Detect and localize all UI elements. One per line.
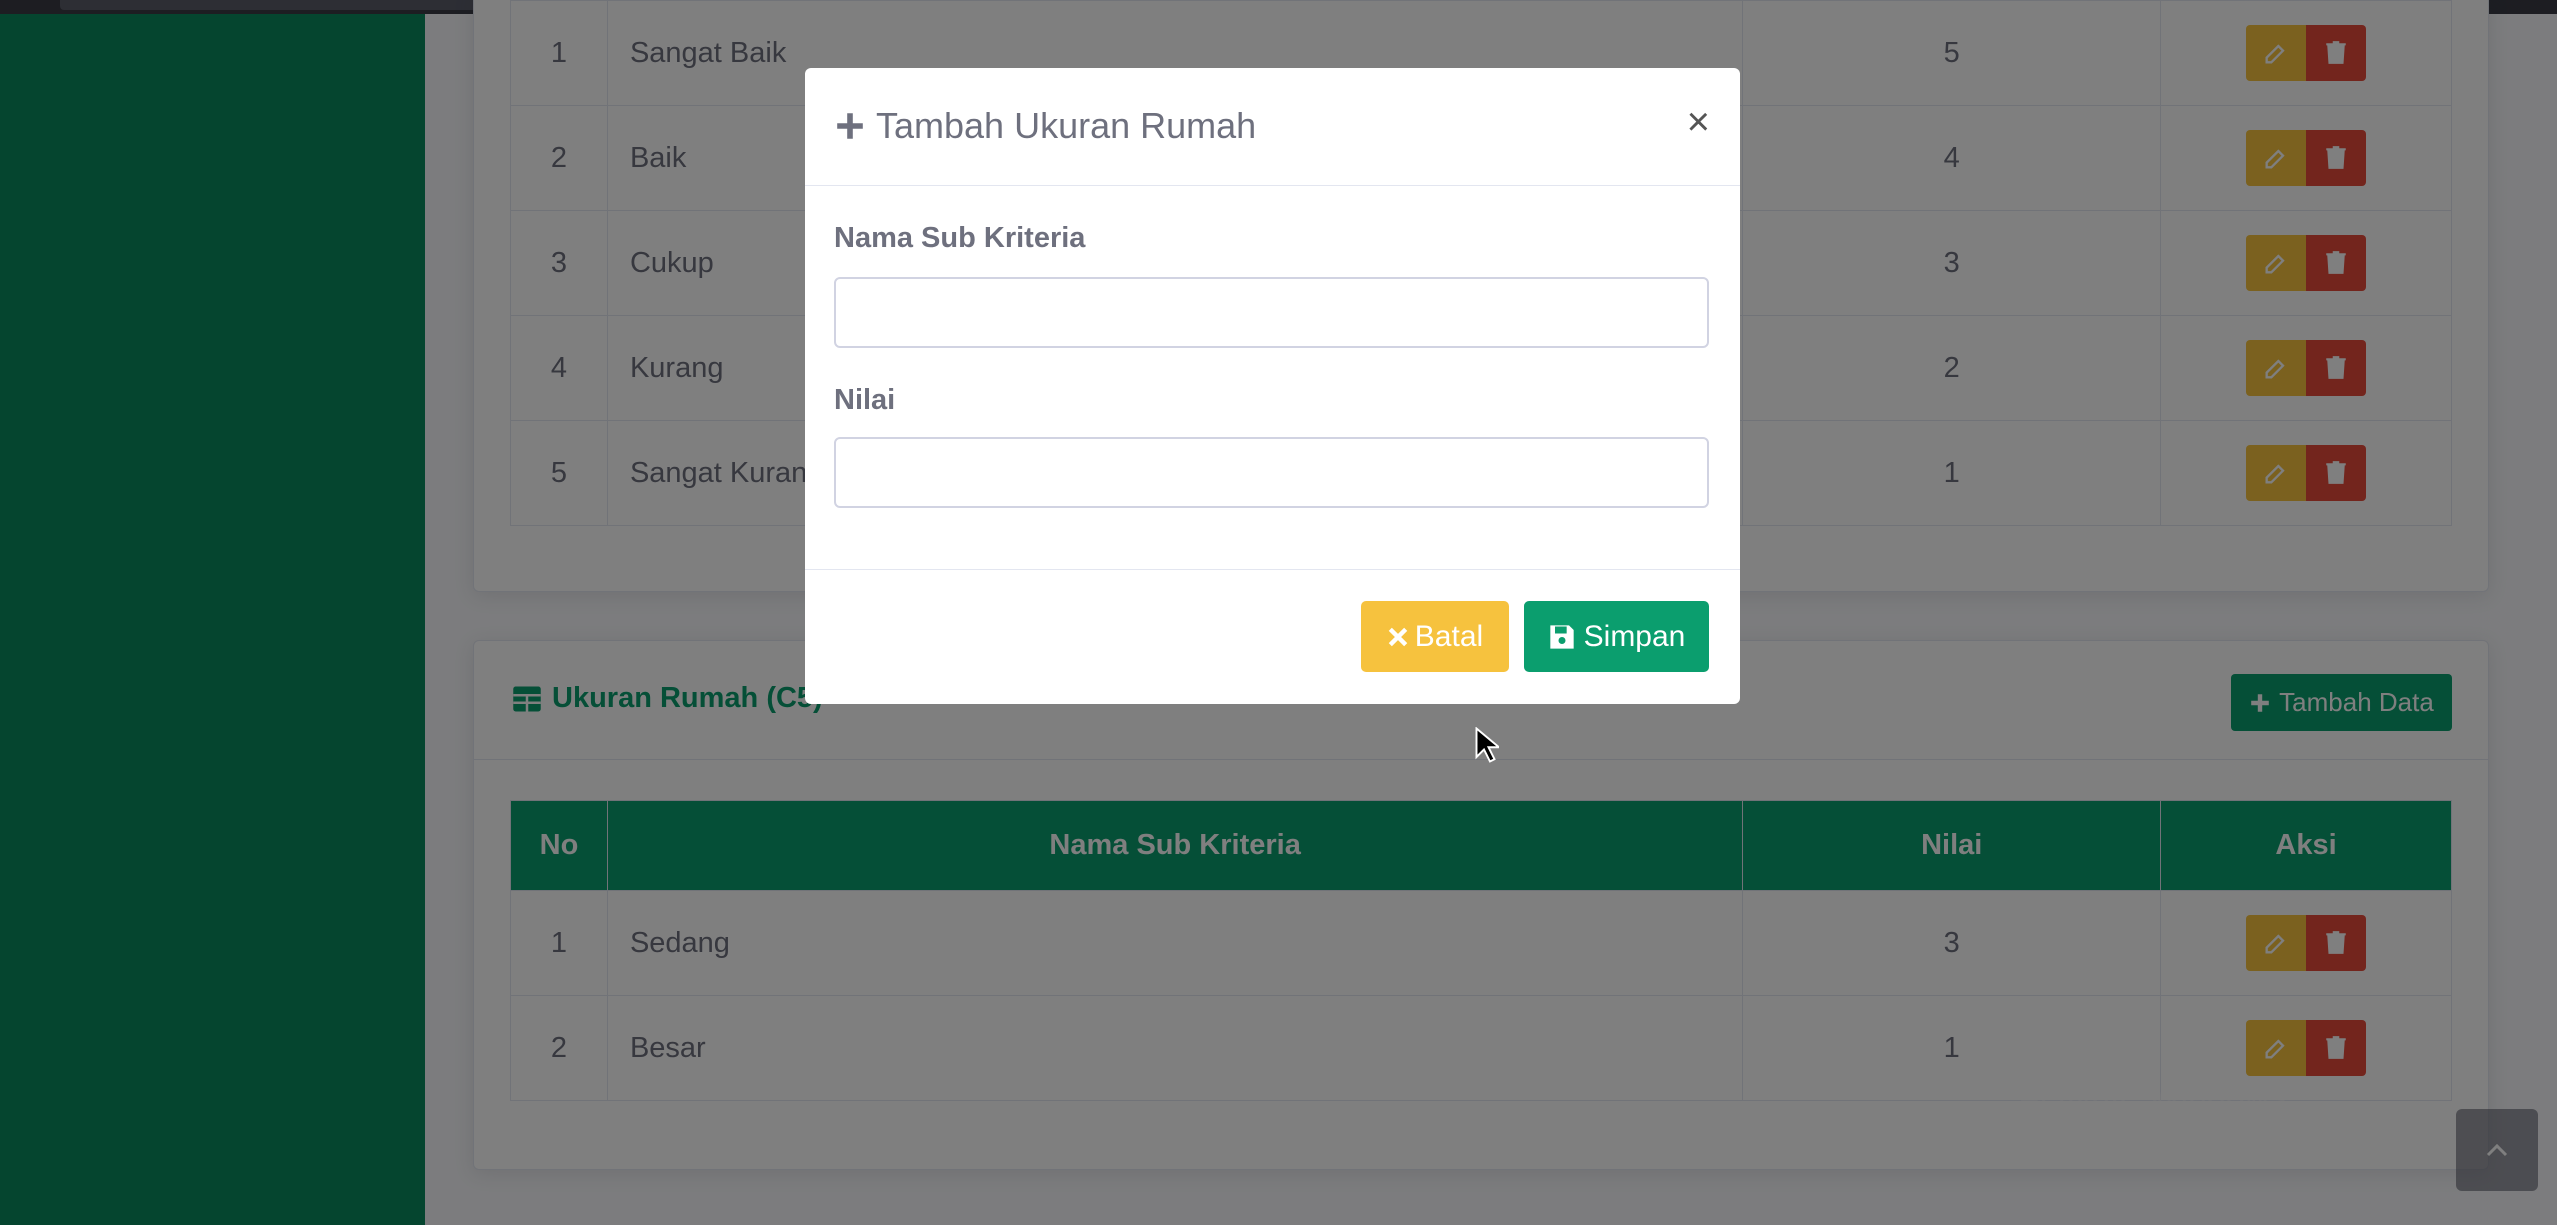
plus-icon xyxy=(837,113,863,139)
nama-label: Nama Sub Kriteria xyxy=(834,222,1086,254)
modal-header: Tambah Ukuran Rumah × xyxy=(805,68,1740,186)
batal-label: Batal xyxy=(1414,619,1484,653)
nilai-label: Nilai xyxy=(834,384,896,416)
batal-button[interactable]: Batal xyxy=(1361,601,1509,672)
close-button[interactable]: × xyxy=(1687,102,1710,142)
modal-footer-divider xyxy=(805,569,1740,570)
nilai-input[interactable] xyxy=(834,437,1709,508)
simpan-button[interactable]: Simpan xyxy=(1524,601,1709,672)
mouse-cursor xyxy=(1475,726,1502,768)
modal-title: Tambah Ukuran Rumah xyxy=(834,105,1256,147)
save-icon xyxy=(1549,624,1574,649)
cursor-icon xyxy=(1475,726,1502,763)
nama-sub-kriteria-input[interactable] xyxy=(834,277,1709,348)
tambah-modal: Tambah Ukuran Rumah × Nama Sub Kriteria … xyxy=(805,68,1740,704)
simpan-label: Simpan xyxy=(1583,619,1686,653)
modal-title-text: Tambah Ukuran Rumah xyxy=(876,105,1257,146)
close-icon xyxy=(1388,627,1408,646)
